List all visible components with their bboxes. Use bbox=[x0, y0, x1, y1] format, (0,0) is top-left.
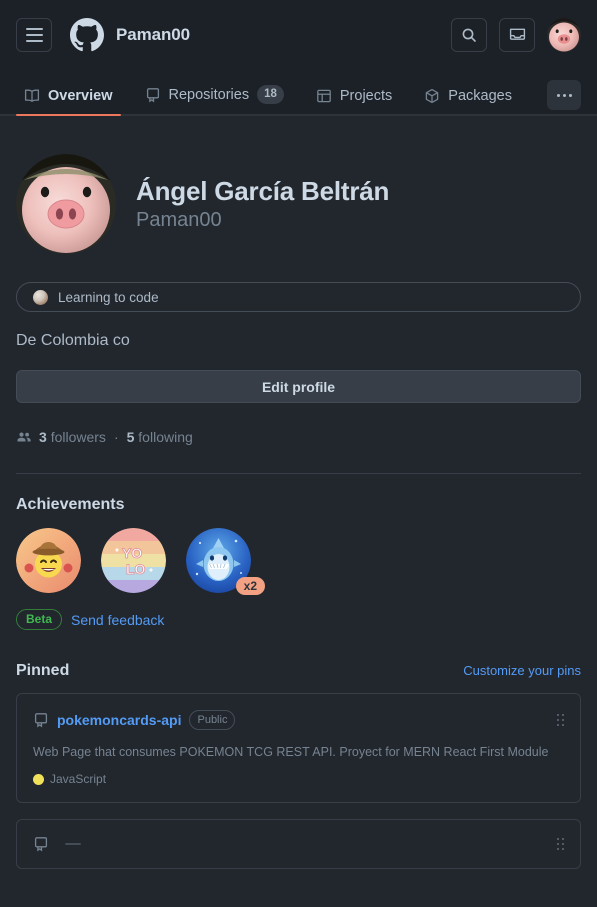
following-label: following bbox=[138, 429, 193, 445]
customize-pins-link[interactable]: Customize your pins bbox=[463, 663, 581, 678]
book-icon bbox=[24, 89, 40, 102]
followers-separator: · bbox=[113, 429, 119, 445]
svg-text:YO: YO bbox=[122, 545, 142, 561]
user-avatar[interactable] bbox=[547, 18, 581, 52]
tab-repositories[interactable]: Repositories 18 bbox=[137, 85, 292, 115]
profile-bio: De Colombia co bbox=[16, 332, 130, 349]
quickdraw-badge[interactable] bbox=[16, 528, 81, 593]
section-divider bbox=[16, 473, 581, 474]
edit-profile-button[interactable]: Edit profile bbox=[16, 370, 581, 403]
repo-icon bbox=[34, 713, 48, 728]
achievements-beta-row: Beta Send feedback bbox=[16, 609, 581, 630]
pinned-repo-name[interactable]: pokemoncards-api bbox=[57, 712, 181, 728]
rock-emoji bbox=[33, 289, 48, 305]
beta-badge: Beta bbox=[16, 609, 63, 630]
people-icon bbox=[17, 432, 31, 442]
achievement-yolo: YO LO bbox=[101, 528, 166, 593]
svg-text:LO: LO bbox=[126, 561, 146, 577]
profile-avatar[interactable] bbox=[16, 154, 116, 254]
user-status[interactable]: Learning to code bbox=[16, 282, 581, 312]
kebab-dot bbox=[568, 93, 572, 97]
tab-projects-label: Projects bbox=[339, 88, 393, 104]
drag-handle-icon[interactable] bbox=[557, 714, 564, 726]
send-feedback-link[interactable]: Send feedback bbox=[71, 612, 164, 628]
pinned-repo-visibility bbox=[65, 843, 81, 846]
pinned-repo-header bbox=[33, 836, 564, 852]
profile-names: Ángel García Beltrán Paman00 bbox=[136, 175, 389, 234]
hamburger-menu-icon[interactable] bbox=[16, 18, 52, 52]
github-logo-icon[interactable] bbox=[70, 18, 104, 52]
tab-packages[interactable]: Packages bbox=[416, 88, 520, 115]
pinned-title: Pinned bbox=[16, 662, 70, 679]
tab-projects[interactable]: Projects bbox=[308, 88, 400, 115]
pinned-repo-header: pokemoncards-api Public bbox=[33, 710, 564, 730]
following-count: 5 bbox=[126, 429, 135, 445]
app-header: Paman00 bbox=[0, 0, 597, 70]
profile-fullname: Ángel García Beltrán bbox=[136, 175, 390, 206]
pull-shark-multiplier: x2 bbox=[235, 577, 265, 595]
header-actions bbox=[451, 18, 581, 52]
kebab-dot bbox=[556, 93, 560, 97]
profile-tabnav: Overview Repositories 18 Projects Packag… bbox=[0, 70, 597, 116]
profile-main: Ángel García Beltrán Paman00 Learning to… bbox=[0, 116, 597, 870]
pinned-repo-visibility: Public bbox=[189, 710, 236, 730]
language-color-dot bbox=[33, 773, 44, 785]
tab-overview-label: Overview bbox=[48, 88, 113, 104]
pinned-repo-meta: JavaScript bbox=[33, 772, 564, 786]
followers-link[interactable]: 3 followers bbox=[39, 429, 106, 445]
achievement-quickdraw bbox=[16, 528, 81, 593]
tab-repositories-label: Repositories bbox=[168, 86, 250, 103]
drag-handle-icon[interactable] bbox=[557, 838, 564, 851]
search-icon[interactable] bbox=[451, 18, 487, 52]
achievements-title: Achievements bbox=[16, 496, 125, 513]
kebab-dot bbox=[562, 93, 566, 97]
tab-overflow-menu[interactable] bbox=[547, 80, 581, 110]
header-username[interactable]: Paman00 bbox=[116, 25, 190, 45]
tab-packages-label: Packages bbox=[448, 88, 512, 104]
inbox-icon[interactable] bbox=[499, 18, 535, 52]
followers-row: 3 followers · 5 following bbox=[16, 429, 581, 445]
followers-count: 3 bbox=[39, 429, 47, 445]
repo-icon bbox=[34, 837, 48, 852]
repo-icon bbox=[146, 87, 159, 102]
yolo-badge[interactable]: YO LO bbox=[101, 528, 166, 593]
pinned-repo-description: Web Page that consumes POKEMON TCG REST … bbox=[33, 745, 549, 759]
table-icon bbox=[317, 89, 331, 103]
achievement-pull-shark: x2 bbox=[186, 528, 265, 595]
package-icon bbox=[426, 88, 439, 104]
profile-username: Paman00 bbox=[136, 209, 222, 232]
pinned-repo-card[interactable] bbox=[16, 819, 581, 870]
user-status-text: Learning to code bbox=[58, 289, 159, 305]
achievements-list: YO LO x2 bbox=[16, 528, 581, 595]
followers-label: followers bbox=[50, 429, 106, 445]
pinned-header: Pinned Customize your pins bbox=[16, 662, 581, 680]
pinned-repo-card[interactable]: pokemoncards-api Public Web Page that co… bbox=[16, 693, 581, 804]
repositories-count: 18 bbox=[257, 85, 284, 104]
tab-overview[interactable]: Overview bbox=[16, 88, 121, 116]
following-link[interactable]: 5 following bbox=[127, 429, 193, 445]
profile-header: Ángel García Beltrán Paman00 bbox=[16, 116, 581, 254]
pinned-repo-language: JavaScript bbox=[50, 772, 107, 787]
